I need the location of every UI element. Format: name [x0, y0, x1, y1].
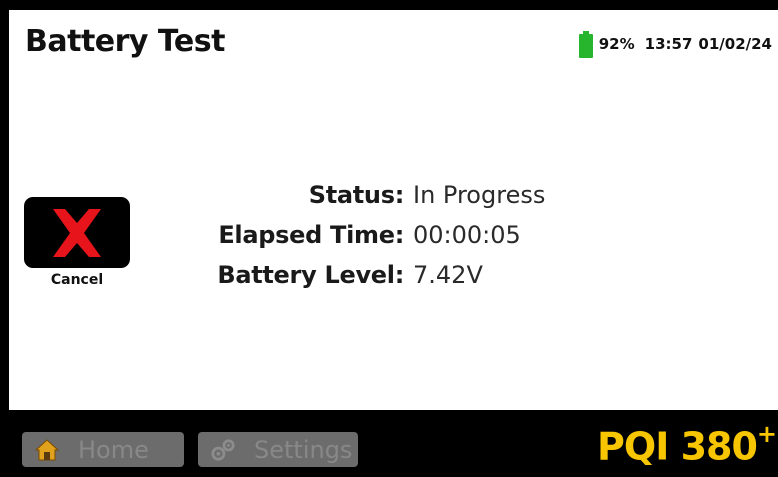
battery-level-value: 7.42V: [413, 261, 483, 289]
battery-level-key: Battery Level:: [217, 261, 404, 289]
status-value: In Progress: [413, 181, 546, 209]
red-x-icon: [53, 208, 101, 257]
test-info: Status: In Progress Elapsed Time: 00:00:…: [149, 175, 749, 295]
clock-date: 01/02/24: [698, 35, 772, 53]
elapsed-time-row: Elapsed Time: 00:00:05: [149, 215, 749, 255]
brand-logo: PQI 380+: [597, 420, 777, 469]
settings-button[interactable]: Settings: [198, 432, 358, 467]
status-bar: 92% 13:57 01/02/24: [578, 30, 772, 58]
status-key: Status:: [308, 181, 405, 209]
home-icon: [34, 437, 60, 463]
home-button[interactable]: Home: [22, 432, 184, 467]
footer-bar: Home Settings PQI 380+: [9, 410, 778, 477]
main-screen: Battery Test 92% 13:57 01/02/24 Cancel S…: [9, 10, 778, 410]
battery-level-row: Battery Level: 7.42V: [149, 255, 749, 295]
gears-icon: [210, 437, 236, 463]
home-label: Home: [78, 435, 149, 464]
battery-icon: [578, 30, 593, 58]
status-row: Status: In Progress: [149, 175, 749, 215]
page-title: Battery Test: [25, 24, 225, 59]
elapsed-time-value: 00:00:05: [413, 221, 521, 249]
settings-label: Settings: [254, 435, 353, 464]
elapsed-time-key: Elapsed Time:: [218, 221, 404, 249]
clock-time: 13:57: [644, 35, 693, 53]
battery-percent: 92%: [598, 35, 635, 53]
cancel-label: Cancel: [50, 272, 104, 288]
cancel-button[interactable]: [24, 197, 130, 268]
